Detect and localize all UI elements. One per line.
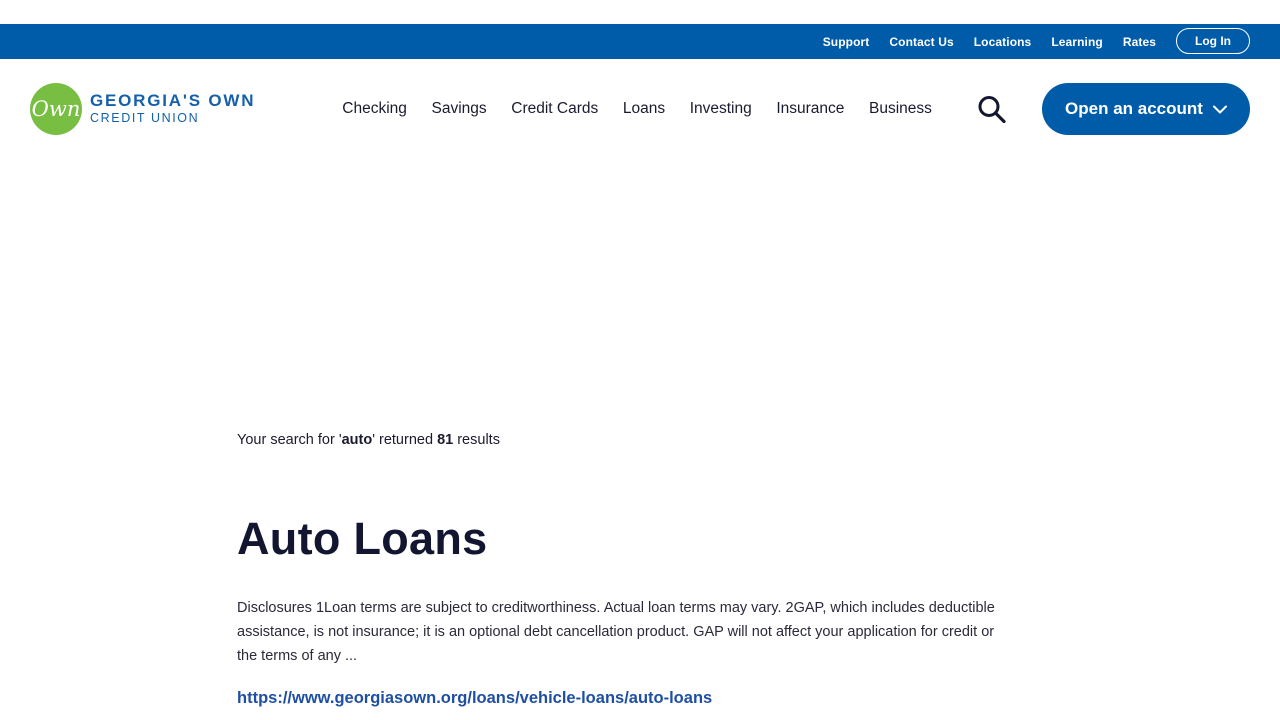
nav-item-insurance[interactable]: Insurance — [764, 100, 857, 118]
summary-middle: ' returned — [372, 432, 438, 448]
utility-bar: Support Contact Us Locations Learning Ra… — [0, 24, 1280, 59]
results-summary: Your search for 'auto' returned 81 resul… — [237, 432, 500, 448]
site-logo[interactable]: Own GEORGIA'S OWN CREDIT UNION — [30, 83, 255, 135]
nav-item-checking[interactable]: Checking — [330, 100, 419, 118]
locations-link[interactable]: Locations — [974, 35, 1032, 49]
login-button[interactable]: Log In — [1176, 27, 1250, 54]
logo-line2: CREDIT UNION — [90, 111, 200, 125]
learning-link[interactable]: Learning — [1051, 35, 1102, 49]
support-link[interactable]: Support — [823, 35, 870, 49]
result-snippet: Disclosures 1Loan terms are subject to c… — [237, 600, 995, 664]
logo-text: GEORGIA'S OWN CREDIT UNION — [90, 92, 255, 126]
summary-prefix: Your search for ' — [237, 432, 342, 448]
search-query: auto — [341, 432, 373, 448]
chevron-down-icon — [1212, 105, 1227, 113]
nav-item-investing[interactable]: Investing — [677, 100, 764, 118]
logo-line1: GEORGIA'S OWN — [90, 91, 256, 110]
summary-suffix: results — [453, 432, 500, 448]
search-icon[interactable] — [974, 95, 1010, 124]
main-nav: Checking Savings Credit Cards Loans Inve… — [330, 83, 944, 135]
logo-mark: Own — [30, 83, 82, 135]
nav-item-business[interactable]: Business — [857, 100, 945, 118]
rates-link[interactable]: Rates — [1123, 35, 1156, 49]
open-account-label: Open an account — [1065, 99, 1203, 118]
result-url-link[interactable]: https://www.georgiasown.org/loans/vehicl… — [237, 689, 712, 708]
nav-item-savings[interactable]: Savings — [419, 100, 499, 118]
result-count: 81 — [437, 432, 454, 448]
utility-links: Support Contact Us Locations Learning Ra… — [803, 24, 1250, 59]
result-title[interactable]: Auto Loans — [237, 513, 487, 565]
contact-us-link[interactable]: Contact Us — [889, 35, 953, 49]
open-account-button[interactable]: Open an account — [1042, 83, 1250, 135]
main-header: Own GEORGIA'S OWN CREDIT UNION Checking … — [0, 59, 1280, 159]
nav-item-loans[interactable]: Loans — [611, 100, 678, 118]
nav-item-credit-cards[interactable]: Credit Cards — [499, 100, 611, 118]
